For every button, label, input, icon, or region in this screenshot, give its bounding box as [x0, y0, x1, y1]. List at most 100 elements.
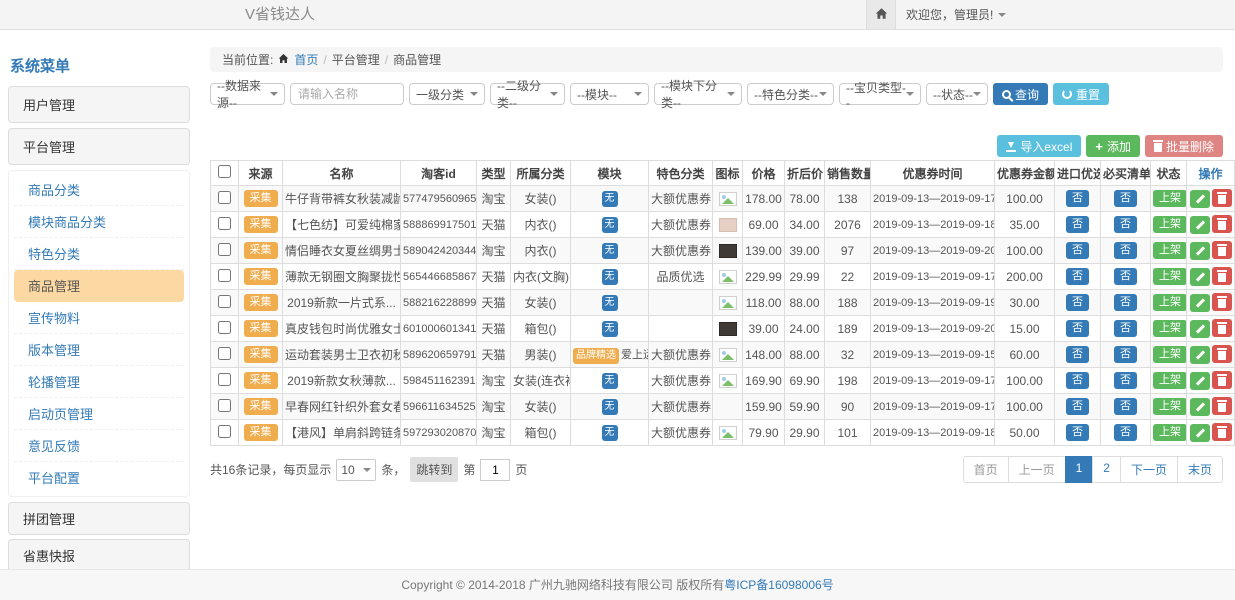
must-buy-badge[interactable]: 否	[1114, 346, 1137, 363]
sidebar-group[interactable]: 省惠快报	[8, 539, 190, 572]
sidebar-item[interactable]: 模块商品分类	[14, 206, 184, 238]
row-checkbox[interactable]	[218, 373, 231, 386]
row-checkbox[interactable]	[218, 399, 231, 412]
row-checkbox[interactable]	[218, 425, 231, 438]
jump-page-input[interactable]	[480, 459, 510, 481]
delete-button[interactable]	[1212, 267, 1232, 285]
import-select-badge[interactable]: 否	[1066, 346, 1089, 363]
item-type-select[interactable]: --宝贝类型--	[839, 83, 921, 105]
status-badge[interactable]: 上架	[1153, 320, 1187, 337]
status-select[interactable]: --状态--	[926, 83, 988, 105]
select-all-checkbox[interactable]	[218, 165, 231, 178]
delete-button[interactable]	[1212, 215, 1232, 233]
delete-button[interactable]	[1212, 241, 1232, 259]
edit-button[interactable]	[1190, 190, 1210, 208]
status-badge[interactable]: 上架	[1153, 190, 1187, 207]
status-badge[interactable]: 上架	[1153, 398, 1187, 415]
search-button[interactable]: 查询	[993, 83, 1048, 105]
import-select-badge[interactable]: 否	[1066, 268, 1089, 285]
name-search-input[interactable]	[290, 83, 404, 105]
sidebar-item[interactable]: 特色分类	[14, 238, 184, 270]
delete-button[interactable]	[1212, 189, 1232, 207]
row-checkbox[interactable]	[218, 217, 231, 230]
sidebar-item[interactable]: 启动页管理	[14, 398, 184, 430]
user-menu[interactable]: 欢迎您，管理员!	[906, 0, 1006, 29]
must-buy-badge[interactable]: 否	[1114, 268, 1137, 285]
delete-button[interactable]	[1212, 345, 1232, 363]
pager-page-2[interactable]: 2	[1092, 456, 1121, 483]
must-buy-badge[interactable]: 否	[1114, 320, 1137, 337]
must-buy-badge[interactable]: 否	[1114, 190, 1137, 207]
add-button[interactable]: + 添加	[1086, 135, 1140, 157]
must-buy-badge[interactable]: 否	[1114, 216, 1137, 233]
home-button[interactable]	[866, 0, 896, 29]
data-source-select[interactable]: --数据来源--	[210, 83, 285, 105]
edit-button[interactable]	[1190, 216, 1210, 234]
icp-link[interactable]: 粤ICP备16098006号	[724, 578, 833, 592]
pager-prev[interactable]: 上一页	[1008, 456, 1066, 483]
edit-button[interactable]	[1190, 372, 1210, 390]
status-badge[interactable]: 上架	[1153, 372, 1187, 389]
sidebar-item[interactable]: 轮播管理	[14, 366, 184, 398]
category-l2-select[interactable]: --二级分类--	[490, 83, 565, 105]
must-buy-badge[interactable]: 否	[1114, 242, 1137, 259]
row-checkbox[interactable]	[218, 191, 231, 204]
edit-button[interactable]	[1190, 346, 1210, 364]
status-badge[interactable]: 上架	[1153, 242, 1187, 259]
feature-select[interactable]: --特色分类--	[747, 83, 834, 105]
must-buy-badge[interactable]: 否	[1114, 294, 1137, 311]
import-select-badge[interactable]: 否	[1066, 216, 1089, 233]
delete-button[interactable]	[1212, 423, 1232, 441]
sidebar-group[interactable]: 平台管理	[8, 128, 190, 165]
pager-page-1[interactable]: 1	[1065, 456, 1094, 483]
status-badge[interactable]: 上架	[1153, 294, 1187, 311]
pager-last[interactable]: 末页	[1177, 456, 1223, 483]
sidebar-group[interactable]: 用户管理	[8, 86, 190, 123]
must-buy-badge[interactable]: 否	[1114, 398, 1137, 415]
sidebar-item[interactable]: 平台配置	[14, 462, 184, 493]
pager-first[interactable]: 首页	[963, 456, 1009, 483]
status-badge[interactable]: 上架	[1153, 346, 1187, 363]
must-buy-badge[interactable]: 否	[1114, 372, 1137, 389]
status-badge[interactable]: 上架	[1153, 268, 1187, 285]
delete-button[interactable]	[1212, 319, 1232, 337]
row-checkbox[interactable]	[218, 295, 231, 308]
import-select-badge[interactable]: 否	[1066, 320, 1089, 337]
module-sub-select[interactable]: --模块下分类--	[654, 83, 742, 105]
edit-button[interactable]	[1190, 320, 1210, 338]
sidebar-item[interactable]: 商品管理	[14, 270, 184, 302]
import-select-badge[interactable]: 否	[1066, 398, 1089, 415]
edit-button[interactable]	[1190, 268, 1210, 286]
edit-button[interactable]	[1190, 398, 1210, 416]
status-badge[interactable]: 上架	[1153, 424, 1187, 441]
module-select[interactable]: --模块--	[570, 83, 649, 105]
batch-delete-button[interactable]: 批量删除	[1145, 135, 1223, 157]
edit-button[interactable]	[1190, 294, 1210, 312]
row-checkbox[interactable]	[218, 347, 231, 360]
pager-next[interactable]: 下一页	[1120, 456, 1178, 483]
row-checkbox[interactable]	[218, 321, 231, 334]
must-buy-badge[interactable]: 否	[1114, 424, 1137, 441]
sidebar-item[interactable]: 宣传物料	[14, 302, 184, 334]
category-l1-select[interactable]: 一级分类	[409, 83, 485, 105]
status-badge[interactable]: 上架	[1153, 216, 1187, 233]
sidebar-group[interactable]: 拼团管理	[8, 502, 190, 535]
import-select-badge[interactable]: 否	[1066, 424, 1089, 441]
import-select-badge[interactable]: 否	[1066, 242, 1089, 259]
import-select-badge[interactable]: 否	[1066, 372, 1089, 389]
reset-button[interactable]: 重置	[1053, 83, 1109, 105]
import-select-badge[interactable]: 否	[1066, 190, 1089, 207]
breadcrumb-home-link[interactable]: 首页	[294, 51, 318, 68]
row-checkbox[interactable]	[218, 243, 231, 256]
delete-button[interactable]	[1212, 397, 1232, 415]
delete-button[interactable]	[1212, 371, 1232, 389]
edit-button[interactable]	[1190, 242, 1210, 260]
import-select-badge[interactable]: 否	[1066, 294, 1089, 311]
row-checkbox[interactable]	[218, 269, 231, 282]
edit-button[interactable]	[1190, 424, 1210, 442]
delete-button[interactable]	[1212, 293, 1232, 311]
import-excel-button[interactable]: 导入excel	[997, 135, 1081, 157]
sidebar-item[interactable]: 意见反馈	[14, 430, 184, 462]
jump-button[interactable]: 跳转到	[410, 457, 458, 482]
sidebar-item[interactable]: 版本管理	[14, 334, 184, 366]
